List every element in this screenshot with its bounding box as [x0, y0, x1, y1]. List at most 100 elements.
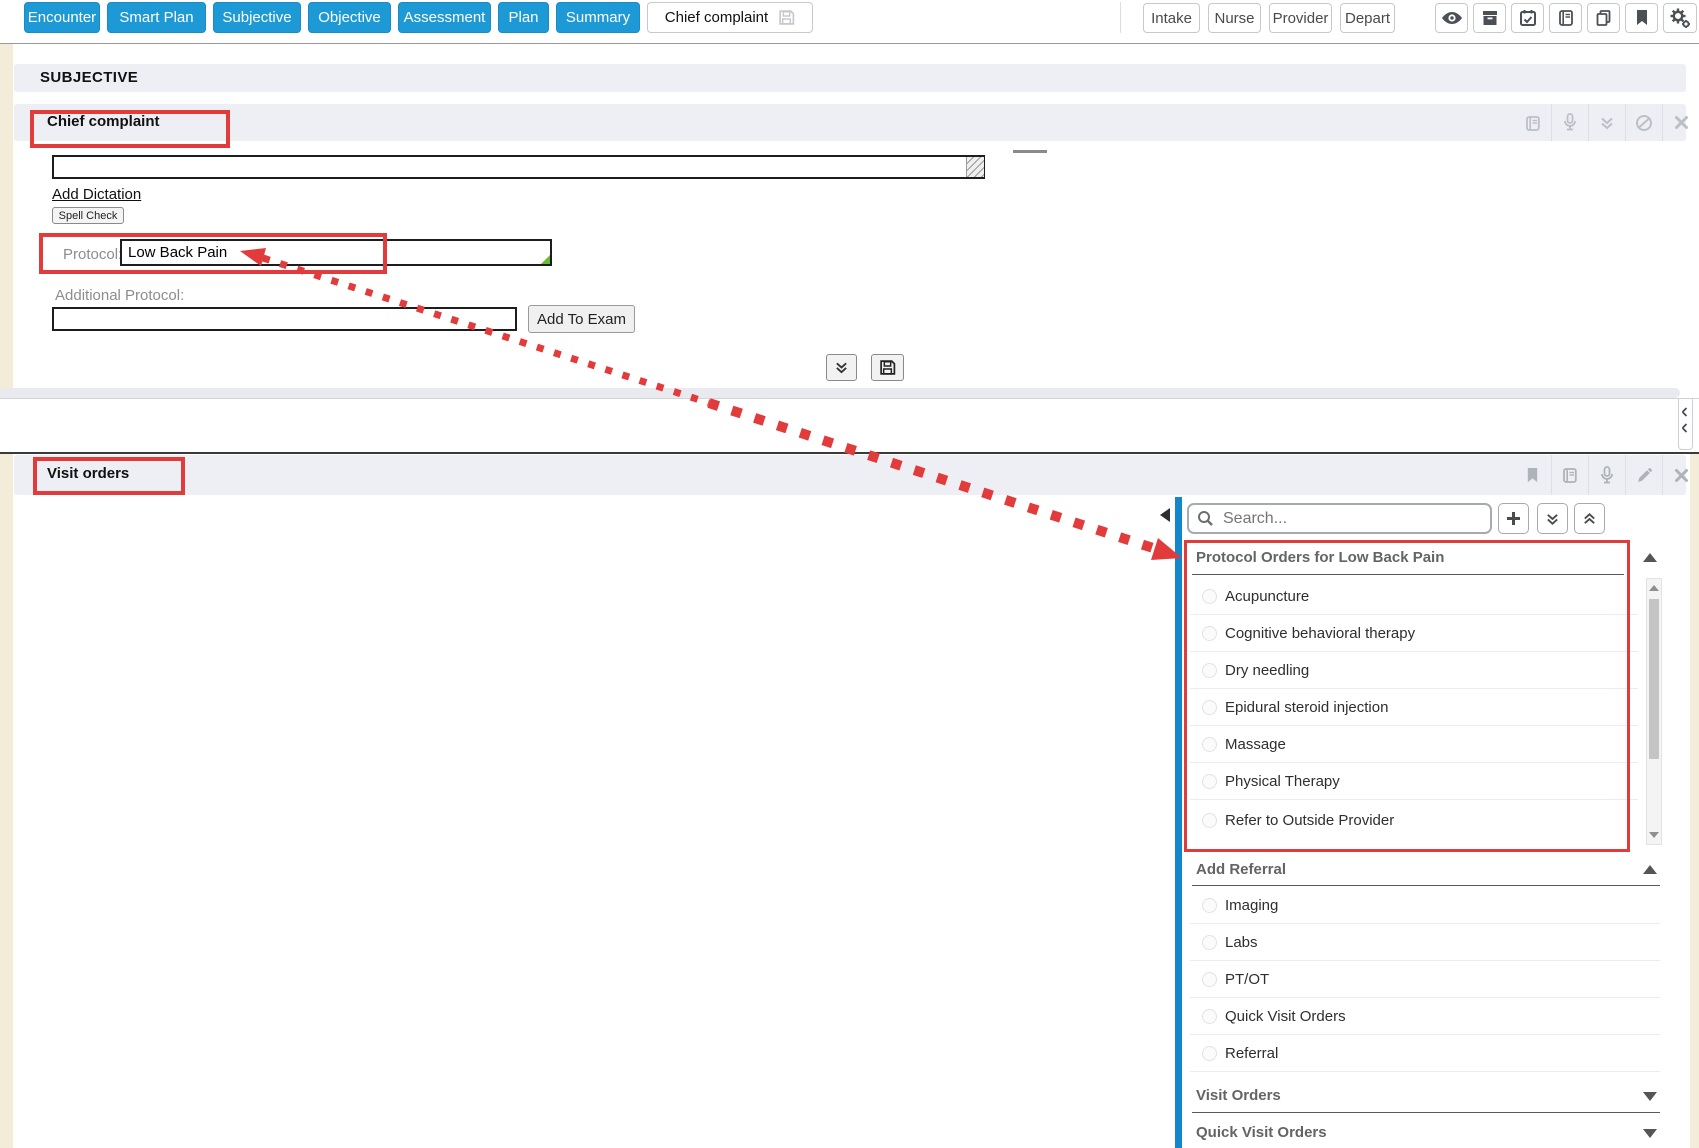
bookmark-icon[interactable] — [1625, 3, 1658, 33]
order-item[interactable]: PT/OT — [1190, 961, 1660, 998]
order-item[interactable]: Labs — [1190, 924, 1660, 961]
edit-icon[interactable] — [1625, 455, 1662, 495]
horizontal-scrollbar[interactable] — [0, 388, 1680, 398]
resize-dash — [1013, 150, 1047, 153]
settings-icon[interactable] — [1663, 3, 1697, 33]
double-chevron-up-icon — [1582, 512, 1597, 526]
tab-label: Encounter — [28, 9, 96, 26]
protocol-input[interactable] — [120, 239, 552, 266]
scrollbar-thumb[interactable] — [1649, 599, 1659, 759]
tab-summary[interactable]: Summary — [556, 2, 640, 33]
button-label: Spell Check — [59, 210, 118, 222]
collapse-all-button[interactable] — [1574, 503, 1605, 534]
tab-subjective[interactable]: Subjective — [213, 2, 301, 33]
close-icon[interactable] — [1662, 455, 1699, 495]
input-resize-grip[interactable] — [966, 157, 984, 177]
section-collapse-button[interactable] — [826, 354, 857, 381]
section-chevron-down-icon[interactable] — [1643, 1129, 1657, 1138]
provider-button[interactable]: Provider — [1269, 3, 1332, 33]
double-chevron-down-icon — [834, 361, 849, 374]
expand-all-button[interactable] — [1537, 503, 1568, 534]
order-circle-icon[interactable] — [1202, 737, 1217, 752]
add-order-button[interactable] — [1498, 503, 1529, 534]
tab-label: Assessment — [404, 9, 486, 26]
panel-collapse-arrow[interactable] — [1160, 508, 1170, 522]
intake-button[interactable]: Intake — [1143, 3, 1200, 33]
right-margin — [1690, 453, 1699, 1148]
tab-chief-complaint-active[interactable]: Chief complaint — [647, 2, 813, 33]
order-circle-icon[interactable] — [1202, 1009, 1217, 1024]
order-circle-icon[interactable] — [1202, 663, 1217, 678]
tab-smart-plan[interactable]: Smart Plan — [107, 2, 206, 33]
collapse-icon[interactable] — [1588, 104, 1625, 141]
order-item[interactable]: Cognitive behavioral therapy — [1190, 615, 1638, 652]
splitter-mini-scrollbar[interactable] — [1678, 398, 1693, 450]
orders-scrollbar[interactable] — [1646, 578, 1662, 845]
microphone-icon[interactable] — [1588, 455, 1625, 495]
section-chevron-up-icon[interactable] — [1643, 553, 1657, 562]
section-save-button[interactable] — [871, 354, 904, 381]
book-icon[interactable] — [1549, 3, 1582, 33]
section-rule — [1192, 885, 1660, 886]
order-item[interactable]: Massage — [1190, 726, 1638, 763]
order-item[interactable]: Referral — [1190, 1035, 1660, 1072]
order-circle-icon[interactable] — [1202, 1046, 1217, 1061]
order-search-box[interactable] — [1187, 503, 1492, 534]
order-item[interactable]: Physical Therapy — [1190, 763, 1638, 800]
additional-protocol-input[interactable] — [52, 307, 517, 331]
microphone-icon[interactable] — [1551, 104, 1588, 141]
bookmark-icon[interactable] — [1514, 455, 1551, 495]
splitter-row — [0, 398, 1699, 453]
scroll-up-icon[interactable] — [1649, 585, 1659, 591]
archive-icon[interactable] — [1473, 3, 1506, 33]
order-circle-icon[interactable] — [1202, 626, 1217, 641]
order-circle-icon[interactable] — [1202, 935, 1217, 950]
button-label: Provider — [1273, 10, 1329, 27]
tab-label: Summary — [566, 9, 630, 26]
order-item[interactable]: Refer to Outside Provider — [1190, 800, 1638, 841]
order-item-label: PT/OT — [1225, 971, 1269, 988]
chief-complaint-title: Chief complaint — [47, 113, 160, 130]
button-label: Intake — [1151, 10, 1192, 27]
order-item-label: Labs — [1225, 934, 1258, 951]
calendar-icon[interactable] — [1511, 3, 1544, 33]
order-circle-icon[interactable] — [1202, 774, 1217, 789]
order-item[interactable]: Acupuncture — [1190, 578, 1638, 615]
section-chevron-down-icon[interactable] — [1643, 1092, 1657, 1101]
spell-check-button[interactable]: Spell Check — [52, 207, 124, 224]
copy-icon[interactable] — [1587, 3, 1620, 33]
close-icon[interactable] — [1662, 104, 1699, 141]
chief-complaint-input[interactable] — [52, 155, 985, 179]
order-circle-icon[interactable] — [1202, 813, 1217, 828]
order-circle-icon[interactable] — [1202, 589, 1217, 604]
nurse-button[interactable]: Nurse — [1208, 3, 1261, 33]
add-dictation-link[interactable]: Add Dictation — [52, 186, 141, 203]
order-item-label: Physical Therapy — [1225, 773, 1340, 790]
add-to-exam-button[interactable]: Add To Exam — [528, 305, 635, 333]
tab-objective[interactable]: Objective — [308, 2, 391, 33]
depart-button[interactable]: Depart — [1340, 3, 1395, 33]
tab-plan[interactable]: Plan — [498, 2, 549, 33]
double-chevron-down-icon — [1545, 512, 1560, 526]
section-header-protocol-orders: Protocol Orders for Low Back Pain — [1196, 549, 1626, 566]
book-icon[interactable] — [1551, 455, 1588, 495]
book-icon[interactable] — [1514, 104, 1551, 141]
order-circle-icon[interactable] — [1202, 972, 1217, 987]
order-item[interactable]: Quick Visit Orders — [1190, 998, 1660, 1035]
search-input[interactable] — [1221, 509, 1490, 529]
visit-orders-header-band: Visit orders — [14, 455, 1686, 495]
eye-icon[interactable] — [1435, 3, 1468, 33]
disable-icon[interactable] — [1625, 104, 1662, 141]
order-circle-icon[interactable] — [1202, 700, 1217, 715]
order-circle-icon[interactable] — [1202, 898, 1217, 913]
tab-assessment[interactable]: Assessment — [398, 2, 491, 33]
tab-encounter[interactable]: Encounter — [24, 2, 100, 33]
save-icon — [778, 9, 795, 26]
order-item[interactable]: Dry needling — [1190, 652, 1638, 689]
order-item-label: Epidural steroid injection — [1225, 699, 1388, 716]
order-item[interactable]: Imaging — [1190, 887, 1660, 924]
scroll-down-icon[interactable] — [1649, 832, 1659, 838]
panel-blue-bar[interactable] — [1175, 497, 1182, 1148]
section-chevron-up-icon[interactable] — [1643, 865, 1657, 874]
order-item[interactable]: Epidural steroid injection — [1190, 689, 1638, 726]
